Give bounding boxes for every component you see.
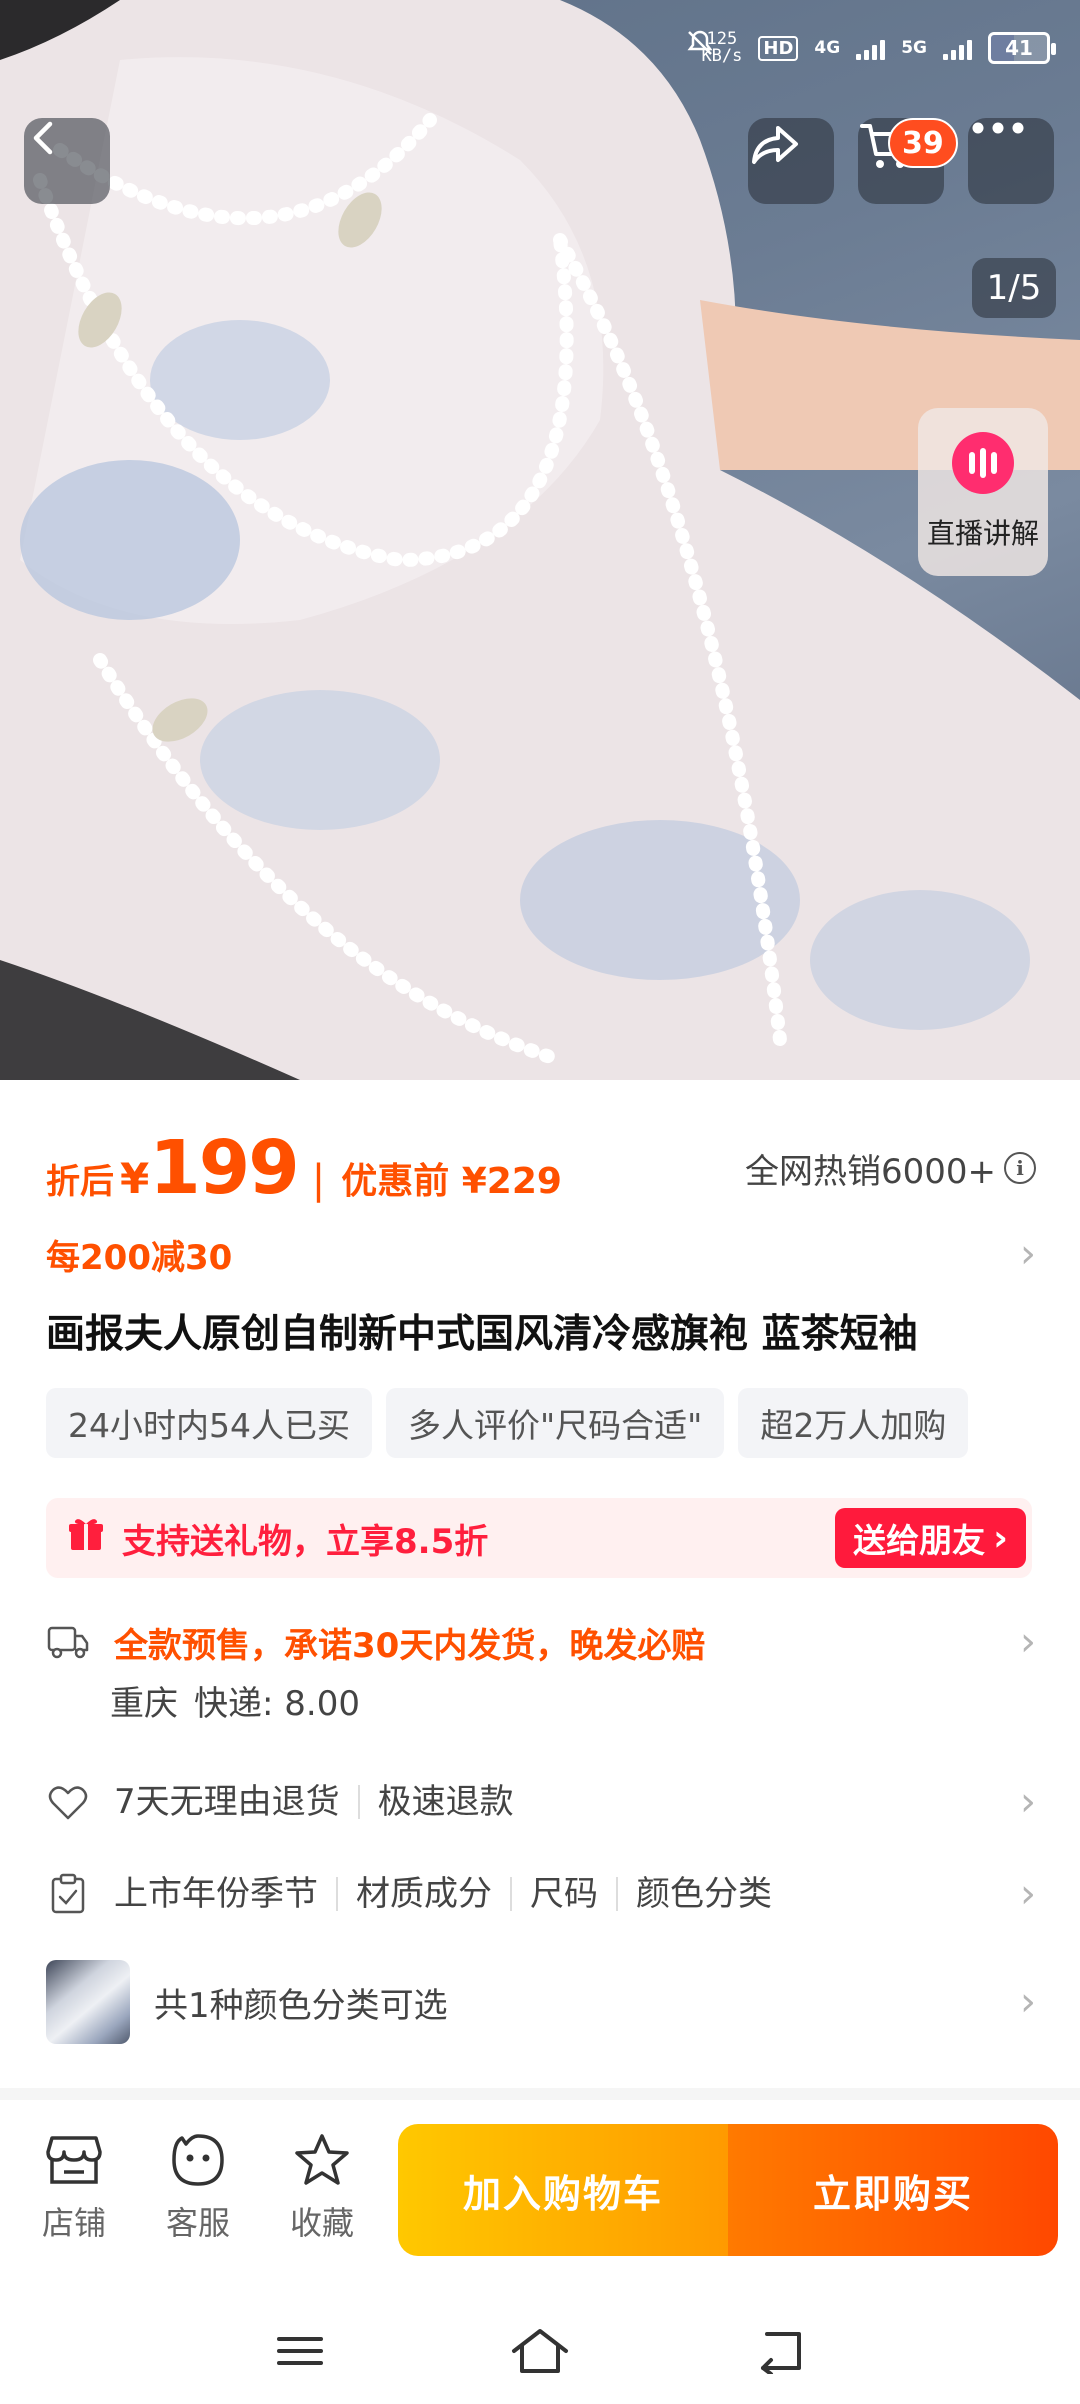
nav-back-button[interactable]	[740, 2318, 820, 2388]
live-explain-button[interactable]: 直播讲解	[918, 408, 1048, 576]
network-4g-label: 4G	[814, 38, 841, 58]
color-option-text: 共1种颜色分类可选	[154, 1985, 448, 2026]
params-row[interactable]: 上市年份季节 材质成分 尺码 颜色分类 ›	[46, 1864, 1036, 1924]
send-to-friend-label: 送给朋友	[853, 1521, 986, 1560]
gift-banner: 支持送礼物，立享8.5折 送给朋友 ›	[46, 1498, 1032, 1578]
chevron-right-icon: ›	[1020, 1231, 1036, 1277]
add-to-cart-button[interactable]: 加入购物车	[398, 2124, 728, 2256]
chevron-right-icon: ›	[1020, 1979, 1036, 2025]
service-label: 客服	[165, 2204, 230, 2242]
chevron-right-icon: ›	[1020, 1779, 1036, 1825]
product-image-carousel[interactable]: 125 KB/s HD 4G 5G 41 39 1/5 直播讲解	[0, 0, 1080, 1080]
share-button[interactable]	[748, 118, 834, 204]
send-to-friend-button[interactable]: 送给朋友 ›	[835, 1508, 1026, 1568]
delivery-row[interactable]: 全款预售，承诺30天内发货，晚发必赔 ›	[46, 1612, 1036, 1672]
back-icon	[753, 2328, 807, 2378]
store-icon	[44, 2132, 104, 2192]
product-title: 画报夫人原创自制新中式国风清冷感旗袍 蓝茶短袖	[46, 1312, 918, 1357]
price-before-discount: 优惠前 ¥229	[341, 1161, 562, 1202]
cart-count-badge: 39	[888, 118, 958, 168]
delivery-fee: 快递: 8.00	[194, 1684, 360, 1724]
battery-level: 41	[1005, 36, 1033, 60]
nav-menu-button[interactable]	[260, 2318, 340, 2388]
chevron-right-icon: ›	[1020, 1619, 1036, 1665]
more-button[interactable]	[968, 118, 1054, 204]
price-row: 折后 ¥ 199 | 优惠前 ¥229 全网热销6000+ i	[46, 1118, 1036, 1218]
service-item-return: 7天无理由退货	[114, 1782, 340, 1822]
star-icon	[292, 2132, 352, 2192]
live-bars-icon	[952, 432, 1014, 494]
param-item-size: 尺码	[510, 1877, 616, 1911]
nav-home-button[interactable]	[500, 2318, 580, 2388]
heart-icon	[46, 1780, 90, 1824]
status-bar: 125 KB/s HD 4G 5G 41	[685, 28, 1056, 68]
gift-icon	[66, 1514, 106, 1563]
buy-now-button[interactable]: 立即购买	[728, 2124, 1058, 2256]
home-icon	[510, 2327, 570, 2379]
tag-cart-adds: 超2万人加购	[738, 1388, 969, 1458]
store-label: 店铺	[41, 2204, 106, 2242]
favorite-button[interactable]: 收藏	[272, 2132, 372, 2244]
hot-sales-info[interactable]: 全网热销6000+ i	[745, 1144, 1036, 1193]
param-item-color: 颜色分类	[616, 1877, 790, 1911]
network-5g-label: 5G	[901, 38, 927, 58]
live-explain-label: 直播讲解	[926, 517, 1039, 550]
color-option-row[interactable]: 共1种颜色分类可选 ›	[46, 1960, 1036, 2044]
promo-text: 每200减30	[46, 1237, 233, 1278]
price-currency: ¥	[120, 1154, 150, 1203]
back-button[interactable]	[24, 118, 110, 204]
gift-text: 支持送礼物，立享8.5折	[122, 1521, 489, 1562]
price-value: 199	[149, 1125, 299, 1211]
image-page-indicator: 1/5	[972, 258, 1056, 318]
chevron-right-icon: ›	[993, 1517, 1008, 1559]
signal-4g-icon	[856, 36, 886, 60]
delivery-promise: 全款预售，承诺30天内发货，晚发必赔	[114, 1625, 706, 1666]
favorite-label: 收藏	[289, 2204, 354, 2242]
service-item-refund: 极速退款	[357, 1785, 532, 1819]
tag-size-review[interactable]: 多人评价"尺码合适"	[385, 1388, 725, 1458]
param-item-material: 材质成分	[336, 1877, 510, 1911]
section-divider	[0, 2088, 1080, 2100]
signal-5g-icon	[943, 36, 972, 60]
battery-icon: 41	[988, 32, 1056, 64]
truck-icon	[46, 1620, 90, 1664]
price-block: 折后 ¥ 199 | 优惠前 ¥229	[46, 1125, 562, 1211]
delivery-detail: 重庆 快递: 8.00	[110, 1676, 360, 1725]
clipboard-icon	[46, 1872, 90, 1916]
delivery-city: 重庆	[110, 1684, 178, 1724]
hd-icon: HD	[758, 35, 799, 61]
promo-row[interactable]: 每200减30 ›	[46, 1222, 1036, 1286]
service-face-icon	[168, 2132, 228, 2192]
product-tags: 24小时内54人已买 多人评价"尺码合适" 超2万人加购	[46, 1388, 1046, 1458]
param-item-season: 上市年份季节	[114, 1874, 318, 1914]
hot-sales-label: 全网热销6000+	[744, 1151, 996, 1192]
menu-icon	[275, 2331, 325, 2375]
chevron-right-icon: ›	[1020, 1871, 1036, 1917]
color-thumbnail	[46, 1960, 130, 2044]
price-separator: |	[311, 1157, 326, 1203]
store-button[interactable]: 店铺	[24, 2132, 124, 2244]
service-row[interactable]: 7天无理由退货 极速退款 ›	[46, 1772, 1036, 1832]
tag-recent-buyers: 24小时内54人已买	[46, 1388, 372, 1458]
price-prefix: 折后	[46, 1162, 114, 1202]
info-icon: i	[1004, 1152, 1036, 1184]
customer-service-button[interactable]: 客服	[148, 2132, 248, 2244]
